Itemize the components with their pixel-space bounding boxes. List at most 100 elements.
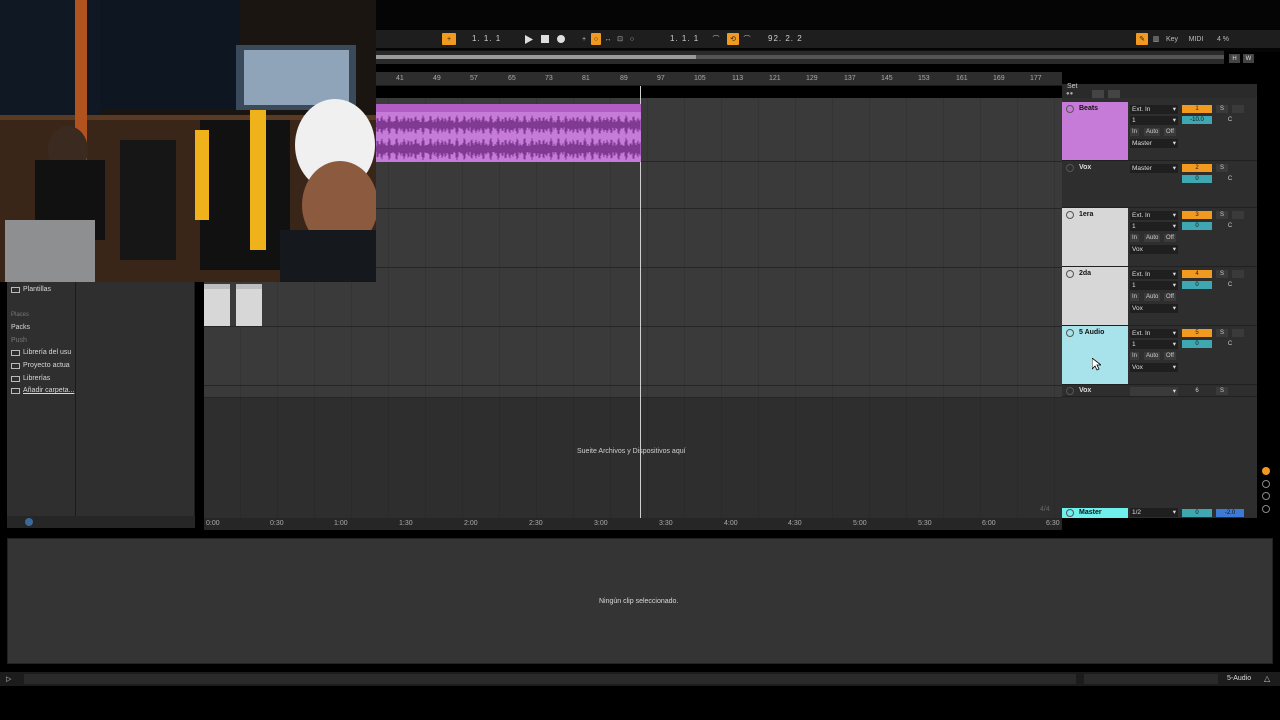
overview-visible-region[interactable]: [376, 55, 696, 59]
track-header-5-audio[interactable]: 5 Audio: [1062, 326, 1128, 384]
master-output-select[interactable]: 1/2: [1130, 508, 1178, 517]
fold-icon[interactable]: [1066, 164, 1074, 172]
punch-out-icon[interactable]: ⌒: [742, 33, 752, 45]
browser-item-plantillas[interactable]: Plantillas: [11, 286, 51, 293]
track-lane-5-audio[interactable]: [204, 327, 1062, 386]
output-select[interactable]: Vox: [1130, 304, 1178, 313]
track-name[interactable]: 2da: [1079, 270, 1091, 277]
input-channel-select[interactable]: 1: [1130, 222, 1178, 231]
track-activator[interactable]: 5: [1182, 329, 1212, 337]
input-channel-select[interactable]: 1: [1130, 340, 1178, 349]
volume-field[interactable]: 0: [1182, 281, 1212, 289]
tap-button[interactable]: +: [442, 33, 456, 45]
drop-zone[interactable]: Sueite Archivos y Dispositivos aquí 4/4: [204, 398, 1062, 518]
input-channel-select[interactable]: 1: [1130, 281, 1178, 290]
capture-icon[interactable]: ⊡: [615, 33, 625, 45]
play-icon[interactable]: [523, 33, 535, 45]
monitor-in-button[interactable]: In: [1130, 234, 1140, 242]
track-name[interactable]: Vox: [1079, 387, 1091, 394]
volume-field[interactable]: -10.0: [1182, 116, 1212, 124]
fold-icon[interactable]: [1066, 105, 1074, 113]
loop-icon[interactable]: ⟲: [727, 33, 739, 45]
track-name[interactable]: Vox: [1079, 164, 1091, 171]
solo-button[interactable]: S: [1216, 211, 1228, 219]
track-activator[interactable]: 4: [1182, 270, 1212, 278]
pan-field[interactable]: C: [1216, 116, 1244, 124]
track-name[interactable]: Beats: [1079, 105, 1098, 112]
midi-map-button[interactable]: MIDI: [1186, 33, 1206, 45]
input-type-select[interactable]: Ext. In: [1130, 329, 1178, 338]
monitor-off-button[interactable]: Off: [1164, 128, 1176, 136]
detail-toggle-icon[interactable]: △: [1264, 674, 1270, 683]
fold-icon[interactable]: [1066, 387, 1074, 395]
solo-button[interactable]: S: [1216, 387, 1228, 395]
track-activator[interactable]: 2: [1182, 164, 1212, 172]
monitor-auto-button[interactable]: Auto: [1144, 234, 1161, 242]
loop-start-readout[interactable]: 1. 1. 1: [670, 34, 699, 43]
input-type-select[interactable]: Ext. In: [1130, 105, 1178, 114]
master-volume-field[interactable]: 0: [1182, 509, 1212, 517]
stop-icon[interactable]: [539, 33, 551, 45]
monitor-off-button[interactable]: Off: [1164, 293, 1176, 301]
session-record-icon[interactable]: ○: [627, 33, 637, 45]
master-pan-field[interactable]: -2.0: [1216, 509, 1244, 517]
position-readout[interactable]: 1. 1. 1: [472, 34, 501, 43]
input-type-select[interactable]: Ext. In: [1130, 211, 1178, 220]
detail-view[interactable]: Ningún clip seleccionado.: [7, 538, 1273, 664]
solo-button[interactable]: S: [1216, 105, 1228, 113]
h-toggle[interactable]: H: [1229, 54, 1240, 63]
keyboard-icon[interactable]: ▥: [1151, 33, 1161, 45]
track-activator[interactable]: 1: [1182, 105, 1212, 113]
audio-clip[interactable]: [204, 284, 230, 326]
punch-in-icon[interactable]: ⌒: [711, 33, 721, 45]
fold-icon[interactable]: [1066, 270, 1074, 278]
add-folder-link[interactable]: Añadir carpeta...: [11, 387, 74, 394]
browser-item-user-library[interactable]: Librería del usu: [11, 349, 71, 356]
track-name[interactable]: Master: [1079, 509, 1102, 516]
track-header-master[interactable]: Master: [1062, 508, 1128, 518]
beats-audio-clip[interactable]: [376, 104, 641, 162]
loop-length-readout[interactable]: 92. 2. 2: [768, 34, 803, 43]
monitor-auto-button[interactable]: Auto: [1144, 293, 1161, 301]
track-name[interactable]: 1era: [1079, 211, 1093, 218]
pan-field[interactable]: C: [1216, 222, 1244, 230]
output-select[interactable]: Vox: [1130, 363, 1178, 372]
input-type-select[interactable]: Ext. In: [1130, 270, 1178, 279]
overdub-icon[interactable]: +: [579, 33, 589, 45]
track-options-icon[interactable]: ●●: [1066, 91, 1073, 97]
browser-item-libraries[interactable]: Librerías: [11, 375, 50, 382]
monitor-off-button[interactable]: Off: [1164, 352, 1176, 360]
arrangement-overview[interactable]: [376, 50, 1224, 64]
track-activator[interactable]: 3: [1182, 211, 1212, 219]
browser-item-current-project[interactable]: Proyecto actua: [11, 362, 70, 369]
track-header-2da[interactable]: 2da: [1062, 267, 1128, 325]
fold-icon[interactable]: [1066, 509, 1074, 517]
monitor-in-button[interactable]: In: [1130, 128, 1140, 136]
track-name[interactable]: 5 Audio: [1079, 329, 1104, 336]
time-ruler[interactable]: 0:00 0:30 1:00 1:30 2:00 2:30 3:00 3:30 …: [204, 518, 1062, 530]
solo-button[interactable]: S: [1216, 270, 1228, 278]
arm-icon[interactable]: [1232, 211, 1244, 219]
solo-button[interactable]: S: [1216, 329, 1228, 337]
audio-clip[interactable]: [236, 284, 262, 326]
key-map-button[interactable]: Key: [1164, 33, 1180, 45]
output-select-empty[interactable]: [1130, 387, 1178, 396]
monitor-in-button[interactable]: In: [1130, 352, 1140, 360]
output-select[interactable]: Vox: [1130, 245, 1178, 254]
monitor-auto-button[interactable]: Auto: [1144, 352, 1161, 360]
side-indicator-icon[interactable]: [1262, 492, 1270, 500]
record-icon[interactable]: [555, 33, 567, 45]
arm-icon[interactable]: [1232, 105, 1244, 113]
output-select[interactable]: Master: [1130, 139, 1178, 148]
solo-button[interactable]: S: [1216, 164, 1228, 172]
beat-time-ruler[interactable]: 41 49 57 65 73 81 89 97 105 113 121 129 …: [376, 72, 1062, 86]
track-header-vox-return[interactable]: Vox: [1062, 385, 1128, 396]
fold-icon[interactable]: [1066, 329, 1074, 337]
volume-field[interactable]: 0: [1182, 222, 1212, 230]
arm-icon[interactable]: [1232, 329, 1244, 337]
fold-icon[interactable]: [1066, 211, 1074, 219]
volume-field[interactable]: 0: [1182, 175, 1212, 183]
track-header-1era[interactable]: 1era: [1062, 208, 1128, 266]
browser-item-packs[interactable]: Packs: [11, 324, 30, 331]
preview-icon[interactable]: [25, 518, 33, 526]
